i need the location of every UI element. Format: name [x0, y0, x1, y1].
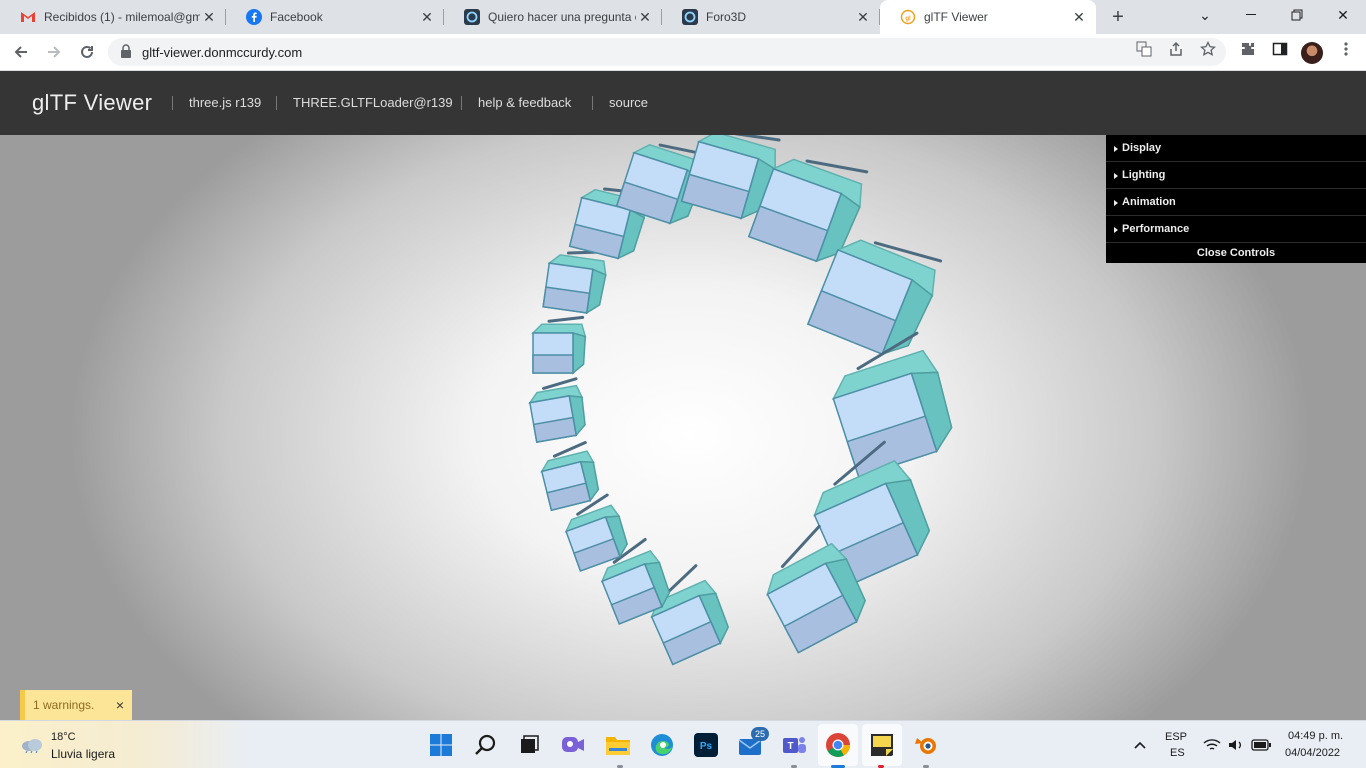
warning-message: 1 warnings. [33, 698, 95, 712]
sticky-notes-icon[interactable] [868, 731, 896, 759]
browser-toolbar: gltf-viewer.donmccurdy.com [0, 34, 1366, 71]
svg-text:T: T [787, 741, 793, 752]
gmail-icon [20, 9, 36, 25]
back-icon[interactable] [8, 39, 34, 65]
restore-icon[interactable] [1274, 0, 1320, 30]
threejs-version-link[interactable]: three.js r139 [189, 95, 261, 110]
reload-icon[interactable] [74, 39, 100, 65]
clock-time[interactable]: 04:49 p. m. [1288, 730, 1343, 742]
cube-mesh [531, 315, 587, 375]
edge-browser-icon[interactable] [648, 731, 676, 759]
translate-icon[interactable] [1136, 41, 1152, 57]
minimize-icon[interactable] [1228, 0, 1274, 30]
tray-chevron-up-icon[interactable] [1127, 731, 1153, 759]
tab-strip: Recibidos (1) - milemoal@gm ✕ Facebook ✕… [0, 0, 1366, 34]
tab-title: Foro3D [706, 10, 747, 24]
controls-panel: Display Lighting Animation Performance C… [1106, 135, 1366, 263]
teams-icon[interactable]: T [780, 731, 808, 759]
keyboard-layout: ES [1170, 747, 1185, 759]
foro3d-icon [682, 9, 698, 25]
address-bar[interactable]: gltf-viewer.donmccurdy.com [108, 38, 1226, 66]
header-divider [172, 96, 173, 110]
close-icon[interactable]: ✕ [854, 9, 872, 26]
close-controls-button[interactable]: Close Controls [1106, 243, 1366, 263]
svg-text:gl: gl [905, 16, 911, 22]
wifi-icon[interactable] [1202, 731, 1222, 759]
tab-search-icon[interactable]: ⌄ [1182, 0, 1228, 30]
close-window-icon[interactable]: ✕ [1320, 0, 1366, 30]
file-explorer-icon[interactable] [604, 731, 632, 759]
app-title[interactable]: glTF Viewer [32, 90, 152, 116]
close-icon[interactable]: ✕ [1070, 9, 1088, 26]
share-icon[interactable] [1168, 41, 1184, 57]
task-view-icon[interactable] [515, 731, 543, 759]
side-panel-icon[interactable] [1272, 41, 1288, 57]
url-text: gltf-viewer.donmccurdy.com [142, 45, 303, 60]
mail-unread-badge: 25 [751, 727, 769, 741]
chrome-icon[interactable] [824, 731, 852, 759]
tab-question[interactable]: Quiero hacer una pregunta e ✕ [444, 0, 662, 34]
new-tab-button[interactable]: + [1106, 6, 1130, 28]
header-divider [276, 96, 277, 110]
extensions-icon[interactable] [1240, 41, 1256, 57]
header-divider [592, 96, 593, 110]
help-feedback-link[interactable]: help & feedback [478, 95, 571, 110]
weather-widget[interactable]: 18°C Lluvia ligera [0, 721, 250, 768]
app-header: glTF Viewer three.js r139 THREE.GLTFLoad… [0, 71, 1366, 135]
close-icon[interactable]: × [116, 697, 124, 713]
blender-icon[interactable] [912, 731, 940, 759]
cube-mesh [540, 441, 600, 512]
tab-foro3d[interactable]: Foro3D ✕ [662, 0, 880, 34]
windows-taskbar: 18°C Lluvia ligera Ps 25 T ESP ES 04:49 … [0, 720, 1366, 768]
folder-animation[interactable]: Animation [1106, 189, 1366, 216]
profile-avatar[interactable] [1301, 42, 1323, 64]
tab-title: Recibidos (1) - milemoal@gm [44, 10, 200, 24]
warning-toast: 1 warnings. × [20, 690, 132, 720]
close-icon[interactable]: ✕ [636, 9, 654, 26]
chat-icon[interactable] [559, 731, 587, 759]
cube-mesh [831, 331, 953, 478]
gltf-icon: gl [900, 9, 916, 25]
bookmark-star-icon[interactable] [1200, 41, 1216, 57]
weather-description: Lluvia ligera [51, 747, 116, 761]
tab-title: Quiero hacer una pregunta e [488, 10, 636, 24]
search-icon[interactable] [472, 731, 500, 759]
volume-icon[interactable] [1226, 731, 1246, 759]
close-icon[interactable]: ✕ [200, 9, 218, 26]
lock-icon [121, 44, 131, 58]
forward-icon[interactable] [41, 39, 67, 65]
close-icon[interactable]: ✕ [418, 9, 436, 26]
tab-title: glTF Viewer [924, 10, 988, 24]
gltfloader-version-link[interactable]: THREE.GLTFLoader@r139 [293, 95, 453, 110]
clock-date: 04/04/2022 [1285, 747, 1341, 759]
cube-mesh [528, 377, 586, 444]
tab-gmail[interactable]: Recibidos (1) - milemoal@gm ✕ [0, 0, 226, 34]
tab-gltf-viewer[interactable]: gl glTF Viewer ✕ [880, 0, 1096, 34]
svg-text:Ps: Ps [700, 741, 713, 752]
foro3d-icon [464, 9, 480, 25]
menu-kebab-icon[interactable] [1338, 41, 1354, 57]
folder-display[interactable]: Display [1106, 135, 1366, 162]
tab-facebook[interactable]: Facebook ✕ [226, 0, 444, 34]
keyboard-language[interactable]: ESP [1165, 731, 1187, 743]
source-link[interactable]: source [609, 95, 648, 110]
tab-title: Facebook [270, 10, 323, 24]
rain-cloud-icon [22, 739, 42, 753]
cube-mesh [542, 250, 608, 315]
battery-icon[interactable] [1250, 731, 1272, 759]
facebook-icon [246, 9, 262, 25]
photoshop-icon[interactable]: Ps [692, 731, 720, 759]
folder-lighting[interactable]: Lighting [1106, 162, 1366, 189]
header-divider [461, 96, 462, 110]
weather-temperature: 18°C [51, 731, 76, 743]
folder-performance[interactable]: Performance [1106, 216, 1366, 243]
start-windows-icon[interactable] [427, 731, 455, 759]
